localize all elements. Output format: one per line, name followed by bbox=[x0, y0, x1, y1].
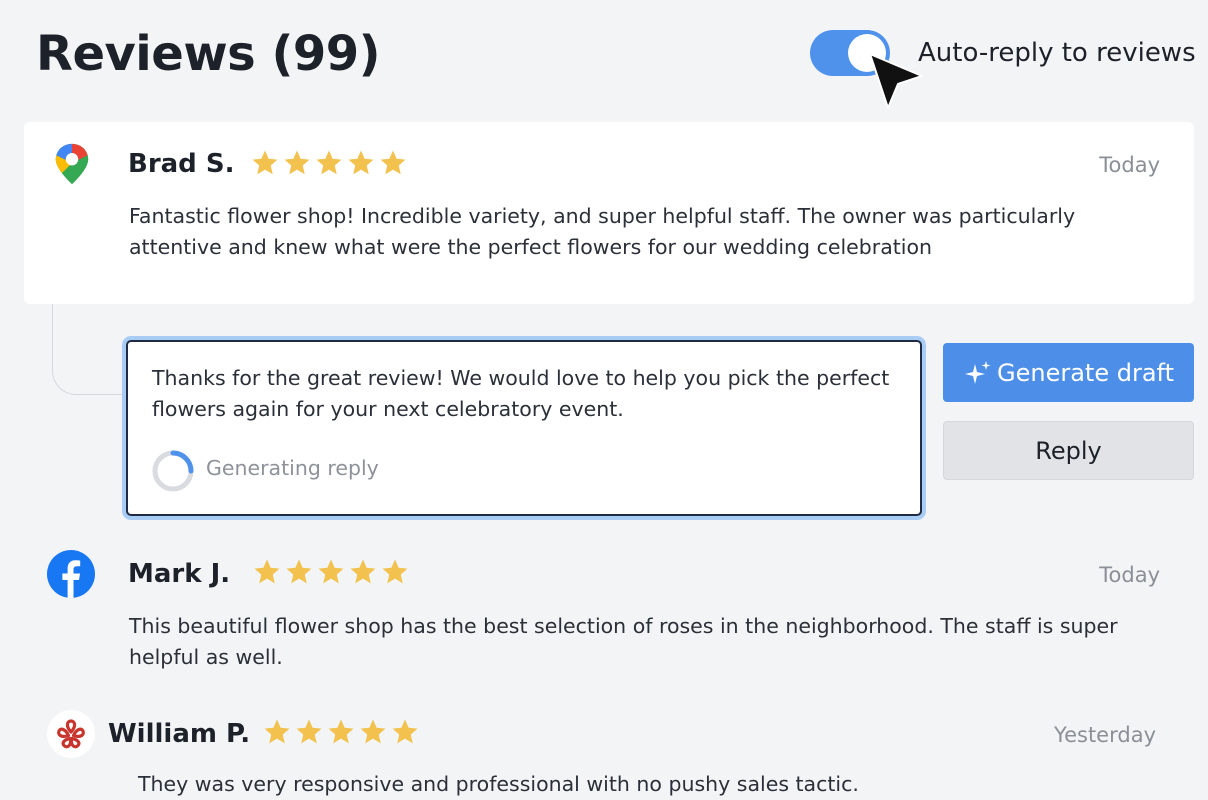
reply-textarea[interactable]: Thanks for the great review! We would lo… bbox=[126, 340, 922, 516]
star-icon bbox=[348, 150, 374, 175]
review-text-line: Fantastic flower shop! Incredible variet… bbox=[129, 204, 1076, 228]
sparkle-icon bbox=[965, 360, 991, 384]
star-icon bbox=[286, 559, 312, 584]
reply-button-label: Reply bbox=[1035, 436, 1102, 465]
star-rating bbox=[250, 148, 408, 178]
star-icon bbox=[252, 150, 278, 175]
generating-status: Generating reply bbox=[206, 456, 379, 480]
reply-draft-line: flowers again for your next celebratory … bbox=[152, 397, 624, 421]
loading-spinner-icon bbox=[152, 450, 194, 492]
star-icon bbox=[392, 719, 418, 744]
reviewer-name: Mark J. bbox=[128, 559, 231, 589]
review-text: They was very responsive and professiona… bbox=[138, 769, 1178, 800]
facebook-icon bbox=[47, 550, 95, 598]
review-text-line: attentive and knew what were the perfect… bbox=[129, 235, 933, 259]
review-text-line: They was very responsive and professiona… bbox=[138, 772, 859, 796]
review-text-line: This beautiful flower shop has the best … bbox=[129, 614, 1118, 638]
star-icon bbox=[284, 150, 310, 175]
star-icon bbox=[316, 150, 342, 175]
reply-draft-line: Thanks for the great review! We would lo… bbox=[152, 366, 890, 390]
reply-draft-text[interactable]: Thanks for the great review! We would lo… bbox=[152, 363, 892, 425]
star-icon bbox=[254, 559, 280, 584]
review-date: Yesterday bbox=[1054, 723, 1156, 747]
review-text-line: helpful as well. bbox=[129, 645, 283, 669]
thread-connector bbox=[52, 304, 129, 395]
star-icon bbox=[296, 719, 322, 744]
star-icon bbox=[350, 559, 376, 584]
review-date: Today bbox=[1099, 153, 1160, 177]
page-title: Reviews (99) bbox=[36, 26, 381, 82]
google-maps-icon bbox=[55, 143, 89, 185]
star-rating bbox=[262, 717, 420, 747]
reply-button[interactable]: Reply bbox=[943, 421, 1194, 480]
reviewer-name: William P. bbox=[108, 719, 251, 749]
reviewer-name: Brad S. bbox=[128, 149, 235, 179]
auto-reply-label[interactable]: Auto-reply to reviews bbox=[918, 38, 1196, 68]
review-card-featured: Brad S. Today Fantastic flower shop! Inc… bbox=[24, 122, 1194, 304]
yelp-icon bbox=[47, 710, 95, 758]
star-icon bbox=[318, 559, 344, 584]
star-icon bbox=[360, 719, 386, 744]
star-rating bbox=[252, 557, 410, 587]
generate-draft-label: Generate draft bbox=[997, 358, 1174, 387]
star-icon bbox=[264, 719, 290, 744]
star-icon bbox=[328, 719, 354, 744]
star-icon bbox=[380, 150, 406, 175]
mouse-cursor-icon bbox=[869, 53, 923, 109]
review-text: Fantastic flower shop! Incredible variet… bbox=[129, 201, 1169, 263]
review-date: Today bbox=[1099, 563, 1160, 587]
review-text: This beautiful flower shop has the best … bbox=[129, 611, 1169, 673]
star-icon bbox=[382, 559, 408, 584]
generate-draft-button[interactable]: Generate draft bbox=[943, 343, 1194, 402]
